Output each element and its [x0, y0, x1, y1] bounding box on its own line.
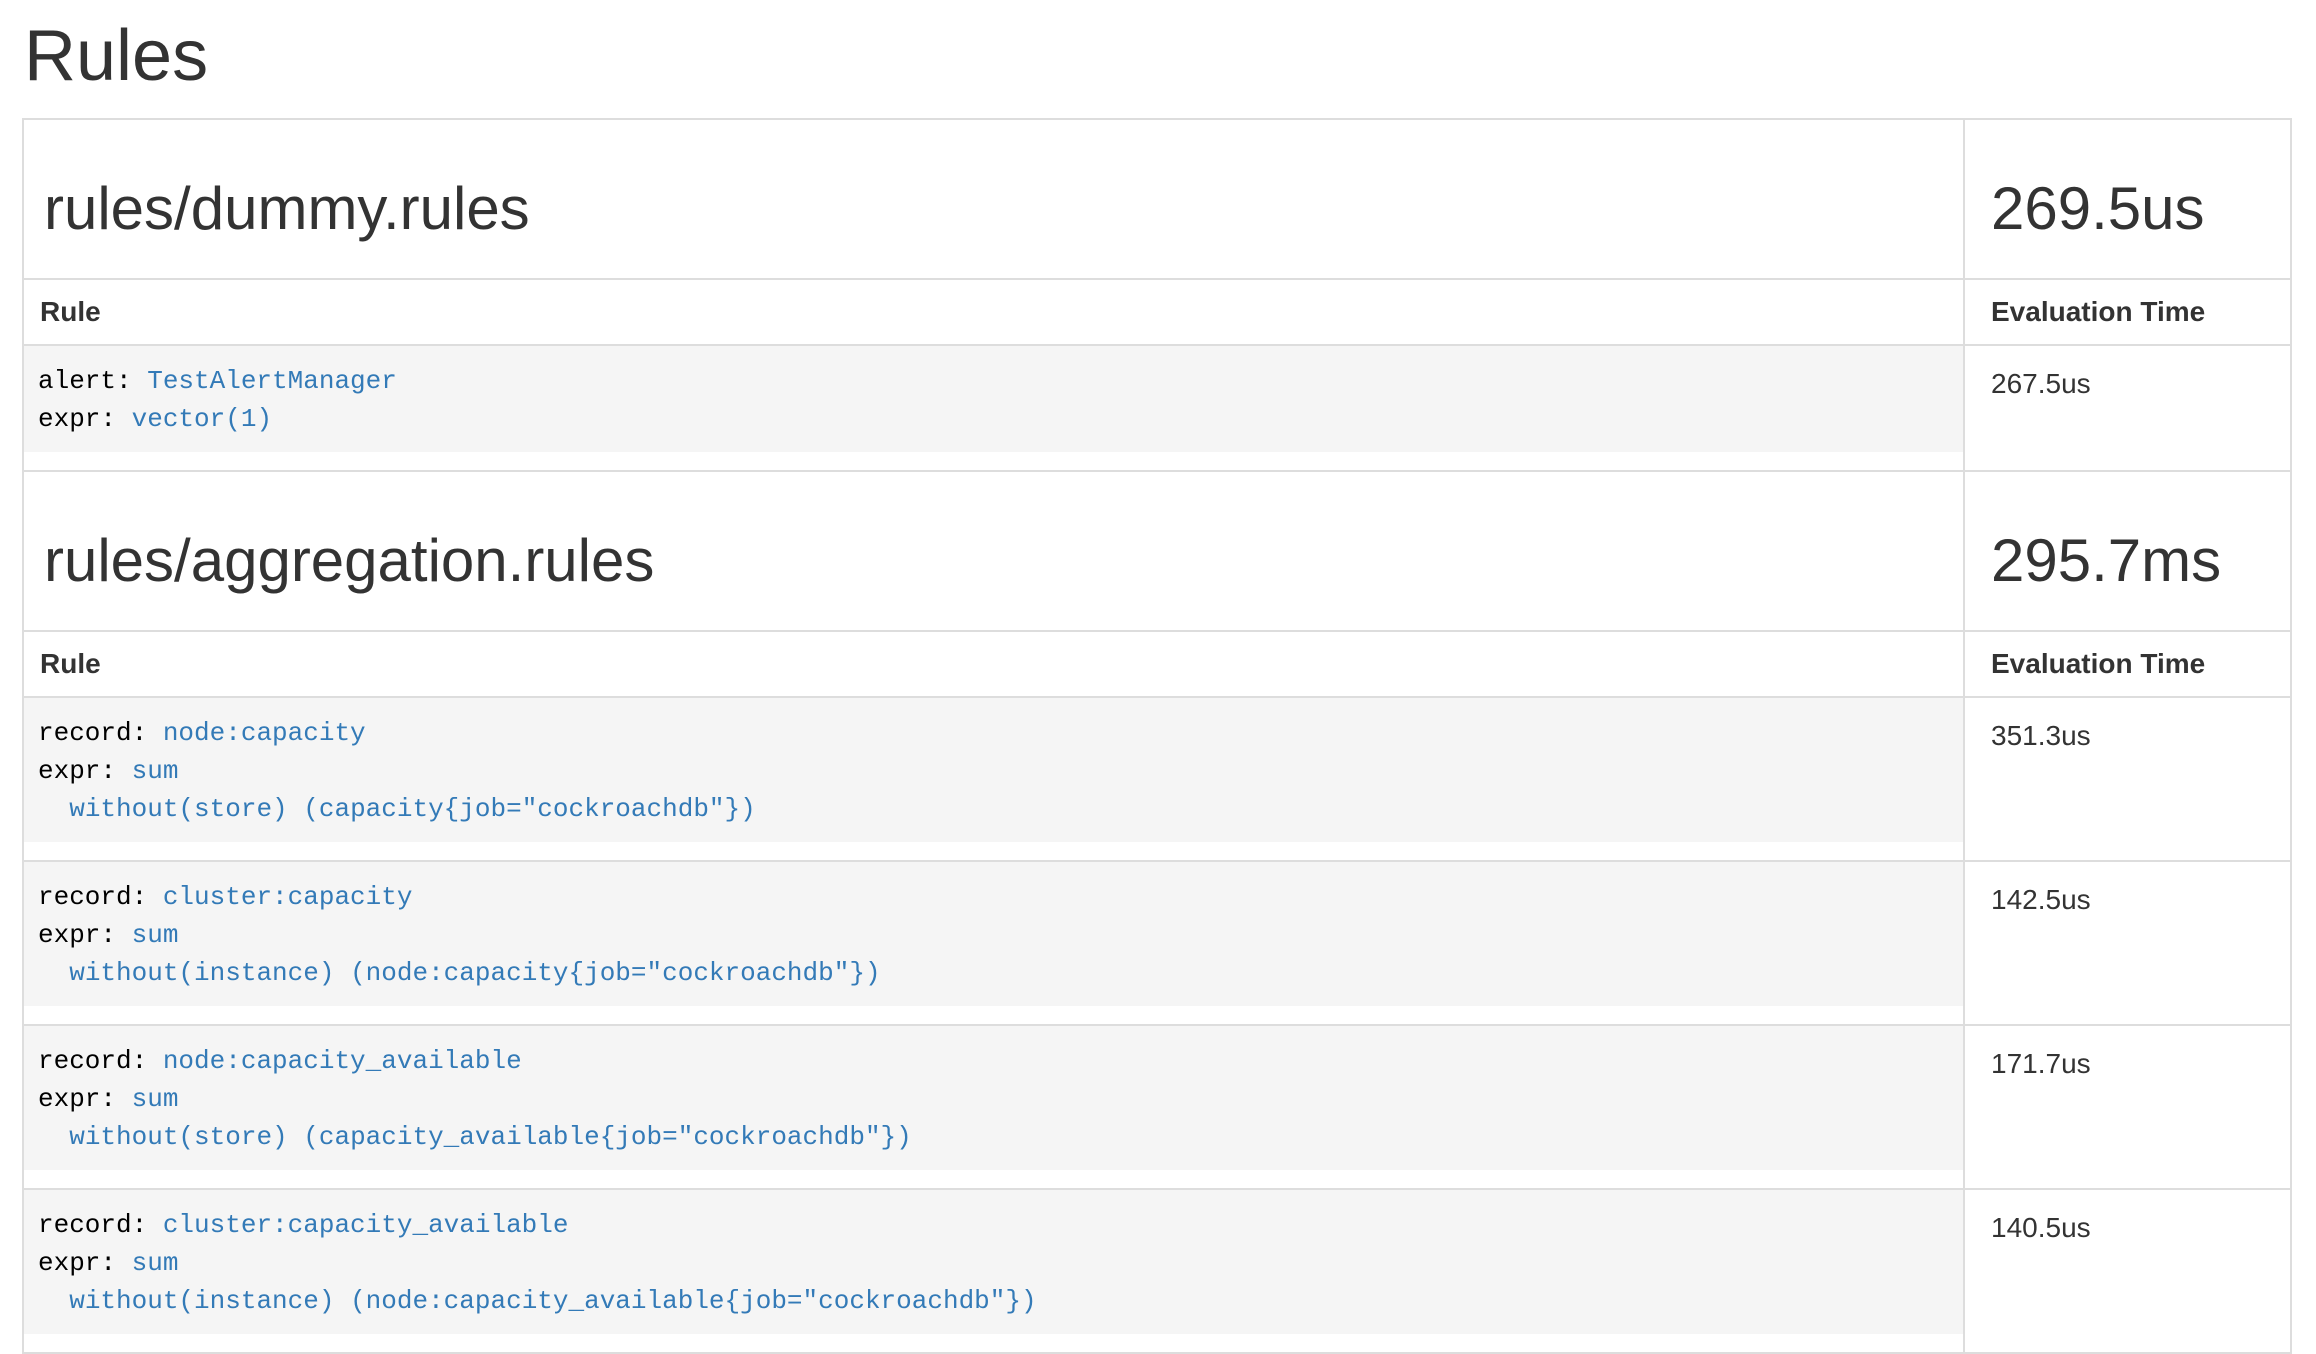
- rule-definition: record: cluster:capacity_available expr:…: [24, 1190, 1963, 1334]
- rule-group-header-row: rules/aggregation.rules 295.7ms: [23, 471, 2291, 631]
- rule-evaluation-time: 171.7us: [1964, 1025, 2291, 1189]
- rule-definition: alert: TestAlertManager expr: vector(1): [24, 346, 1963, 452]
- rule-definition: record: cluster:capacity expr: sum witho…: [24, 862, 1963, 1006]
- evaluation-time-column-header: Evaluation Time: [1964, 279, 2291, 345]
- rule-link[interactable]: without(store) (capacity_available{job="…: [69, 1122, 912, 1152]
- rules-page: Rules rules/dummy.rules 269.5us Rule Eva…: [0, 20, 2316, 1354]
- rule-group-total-evaluation-time: 295.7ms: [1991, 528, 2264, 594]
- rule-definition-cell: record: cluster:capacity_available expr:…: [23, 1189, 1964, 1353]
- rule-group-file-name: rules/dummy.rules: [44, 176, 1943, 242]
- rule-keyword: alert:: [38, 366, 147, 396]
- rule-keyword: expr:: [38, 756, 132, 786]
- rule-keyword: expr:: [38, 404, 132, 434]
- rule-link[interactable]: sum: [132, 1248, 179, 1278]
- rule-keyword: record:: [38, 882, 163, 912]
- rule-evaluation-time: 142.5us: [1964, 861, 2291, 1025]
- rule-group-file-cell: rules/aggregation.rules: [23, 471, 1964, 631]
- rule-definition: record: node:capacity expr: sum without(…: [24, 698, 1963, 842]
- rule-group-total-evaluation-time: 269.5us: [1991, 176, 2264, 242]
- rule-keyword: expr:: [38, 920, 132, 950]
- rule-keyword: expr:: [38, 1248, 132, 1278]
- rule-link[interactable]: node:capacity_available: [163, 1046, 522, 1076]
- page-title: Rules: [24, 20, 2292, 92]
- rule-group-header-row: rules/dummy.rules 269.5us: [23, 119, 2291, 279]
- rule-definition-cell: record: cluster:capacity expr: sum witho…: [23, 861, 1964, 1025]
- rule-keyword: expr:: [38, 1084, 132, 1114]
- rule-link[interactable]: vector(1): [132, 404, 272, 434]
- column-header-row: Rule Evaluation Time: [23, 279, 2291, 345]
- rule-row: record: cluster:capacity_available expr:…: [23, 1189, 2291, 1353]
- rule-definition-cell: record: node:capacity_available expr: su…: [23, 1025, 1964, 1189]
- rule-column-header: Rule: [23, 631, 1964, 697]
- rule-link[interactable]: node:capacity: [163, 718, 366, 748]
- rule-group-total-time-cell: 269.5us: [1964, 119, 2291, 279]
- rule-link[interactable]: sum: [132, 920, 179, 950]
- rule-link[interactable]: without(store) (capacity{job="cockroachd…: [69, 794, 756, 824]
- rule-keyword: record:: [38, 1046, 163, 1076]
- rule-link[interactable]: without(instance) (node:capacity_availab…: [69, 1286, 1036, 1316]
- rule-row: record: cluster:capacity expr: sum witho…: [23, 861, 2291, 1025]
- rule-evaluation-time: 140.5us: [1964, 1189, 2291, 1353]
- rule-evaluation-time: 267.5us: [1964, 345, 2291, 471]
- rule-group-file-cell: rules/dummy.rules: [23, 119, 1964, 279]
- rule-keyword: record:: [38, 718, 163, 748]
- evaluation-time-column-header: Evaluation Time: [1964, 631, 2291, 697]
- rule-link[interactable]: sum: [132, 756, 179, 786]
- rule-link[interactable]: cluster:capacity: [163, 882, 413, 912]
- rule-row: record: node:capacity expr: sum without(…: [23, 697, 2291, 861]
- rule-group-file-name: rules/aggregation.rules: [44, 528, 1943, 594]
- rule-link[interactable]: without(instance) (node:capacity{job="co…: [69, 958, 880, 988]
- rule-row: record: node:capacity_available expr: su…: [23, 1025, 2291, 1189]
- column-header-row: Rule Evaluation Time: [23, 631, 2291, 697]
- rule-definition-cell: alert: TestAlertManager expr: vector(1): [23, 345, 1964, 471]
- rules-table: rules/dummy.rules 269.5us Rule Evaluatio…: [22, 118, 2292, 1354]
- rule-keyword: record:: [38, 1210, 163, 1240]
- rule-evaluation-time: 351.3us: [1964, 697, 2291, 861]
- rule-definition-cell: record: node:capacity expr: sum without(…: [23, 697, 1964, 861]
- rule-group-total-time-cell: 295.7ms: [1964, 471, 2291, 631]
- rule-link[interactable]: TestAlertManager: [147, 366, 397, 396]
- rule-column-header: Rule: [23, 279, 1964, 345]
- rule-link[interactable]: cluster:capacity_available: [163, 1210, 569, 1240]
- rule-definition: record: node:capacity_available expr: su…: [24, 1026, 1963, 1170]
- rule-link[interactable]: sum: [132, 1084, 179, 1114]
- rule-row: alert: TestAlertManager expr: vector(1) …: [23, 345, 2291, 471]
